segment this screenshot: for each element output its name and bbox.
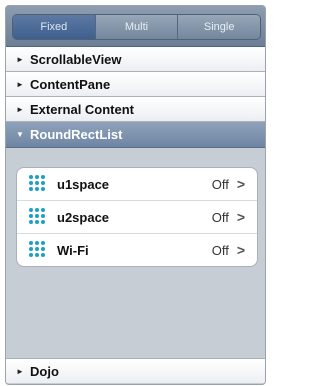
list-item-u1space[interactable]: u1space Off > (17, 168, 257, 201)
accordion-header-scrollableview[interactable]: ► ScrollableView (6, 47, 265, 72)
list-item-label: u1space (57, 176, 110, 192)
collapsed-arrow-icon: ► (16, 366, 24, 376)
chevron-right-icon: > (236, 176, 245, 192)
list-item-value: Off (211, 176, 229, 192)
collapsed-arrow-icon: ► (16, 54, 24, 64)
grid-dots-icon (29, 241, 47, 259)
segmented-control: Fixed Multi Single (12, 14, 261, 40)
accordion-title: Dojo (30, 363, 59, 379)
accordion-title: External Content (30, 101, 135, 117)
tab-fixed[interactable]: Fixed (13, 15, 96, 39)
grid-dots-icon (29, 208, 47, 226)
accordion-header-contentpane[interactable]: ► ContentPane (6, 72, 265, 97)
list-item-value: Off (211, 242, 229, 258)
accordion-title: ScrollableView (30, 51, 122, 67)
list-item-label: u2space (57, 209, 110, 225)
accordion-header-dojo[interactable]: ► Dojo (6, 358, 265, 383)
tab-bar: Fixed Multi Single (6, 6, 265, 47)
app-frame: Fixed Multi Single ► ScrollableView ► Co… (5, 5, 266, 385)
roundrectlist-panel: u1space Off > u2space Off > Wi-Fi Off > (6, 160, 265, 358)
list-item-u2space[interactable]: u2space Off > (17, 201, 257, 234)
list-item-label: Wi-Fi (57, 242, 89, 258)
list-item-wifi[interactable]: Wi-Fi Off > (17, 234, 257, 266)
expanded-arrow-icon: ▼ (16, 130, 24, 139)
list-item-value: Off (211, 209, 229, 225)
chevron-right-icon: > (236, 209, 245, 225)
accordion-title: ContentPane (30, 76, 111, 92)
tab-single[interactable]: Single (178, 15, 260, 39)
accordion-title: RoundRectList (30, 127, 123, 142)
collapsed-arrow-icon: ► (16, 79, 24, 89)
round-rect-list: u1space Off > u2space Off > Wi-Fi Off > (16, 167, 258, 267)
collapsed-arrow-icon: ► (16, 104, 24, 114)
chevron-right-icon: > (236, 242, 245, 258)
accordion-header-external-content[interactable]: ► External Content (6, 97, 265, 122)
accordion-header-roundrectlist[interactable]: ▼ RoundRectList (6, 122, 265, 148)
tab-multi[interactable]: Multi (95, 15, 179, 39)
grid-dots-icon (29, 175, 47, 193)
